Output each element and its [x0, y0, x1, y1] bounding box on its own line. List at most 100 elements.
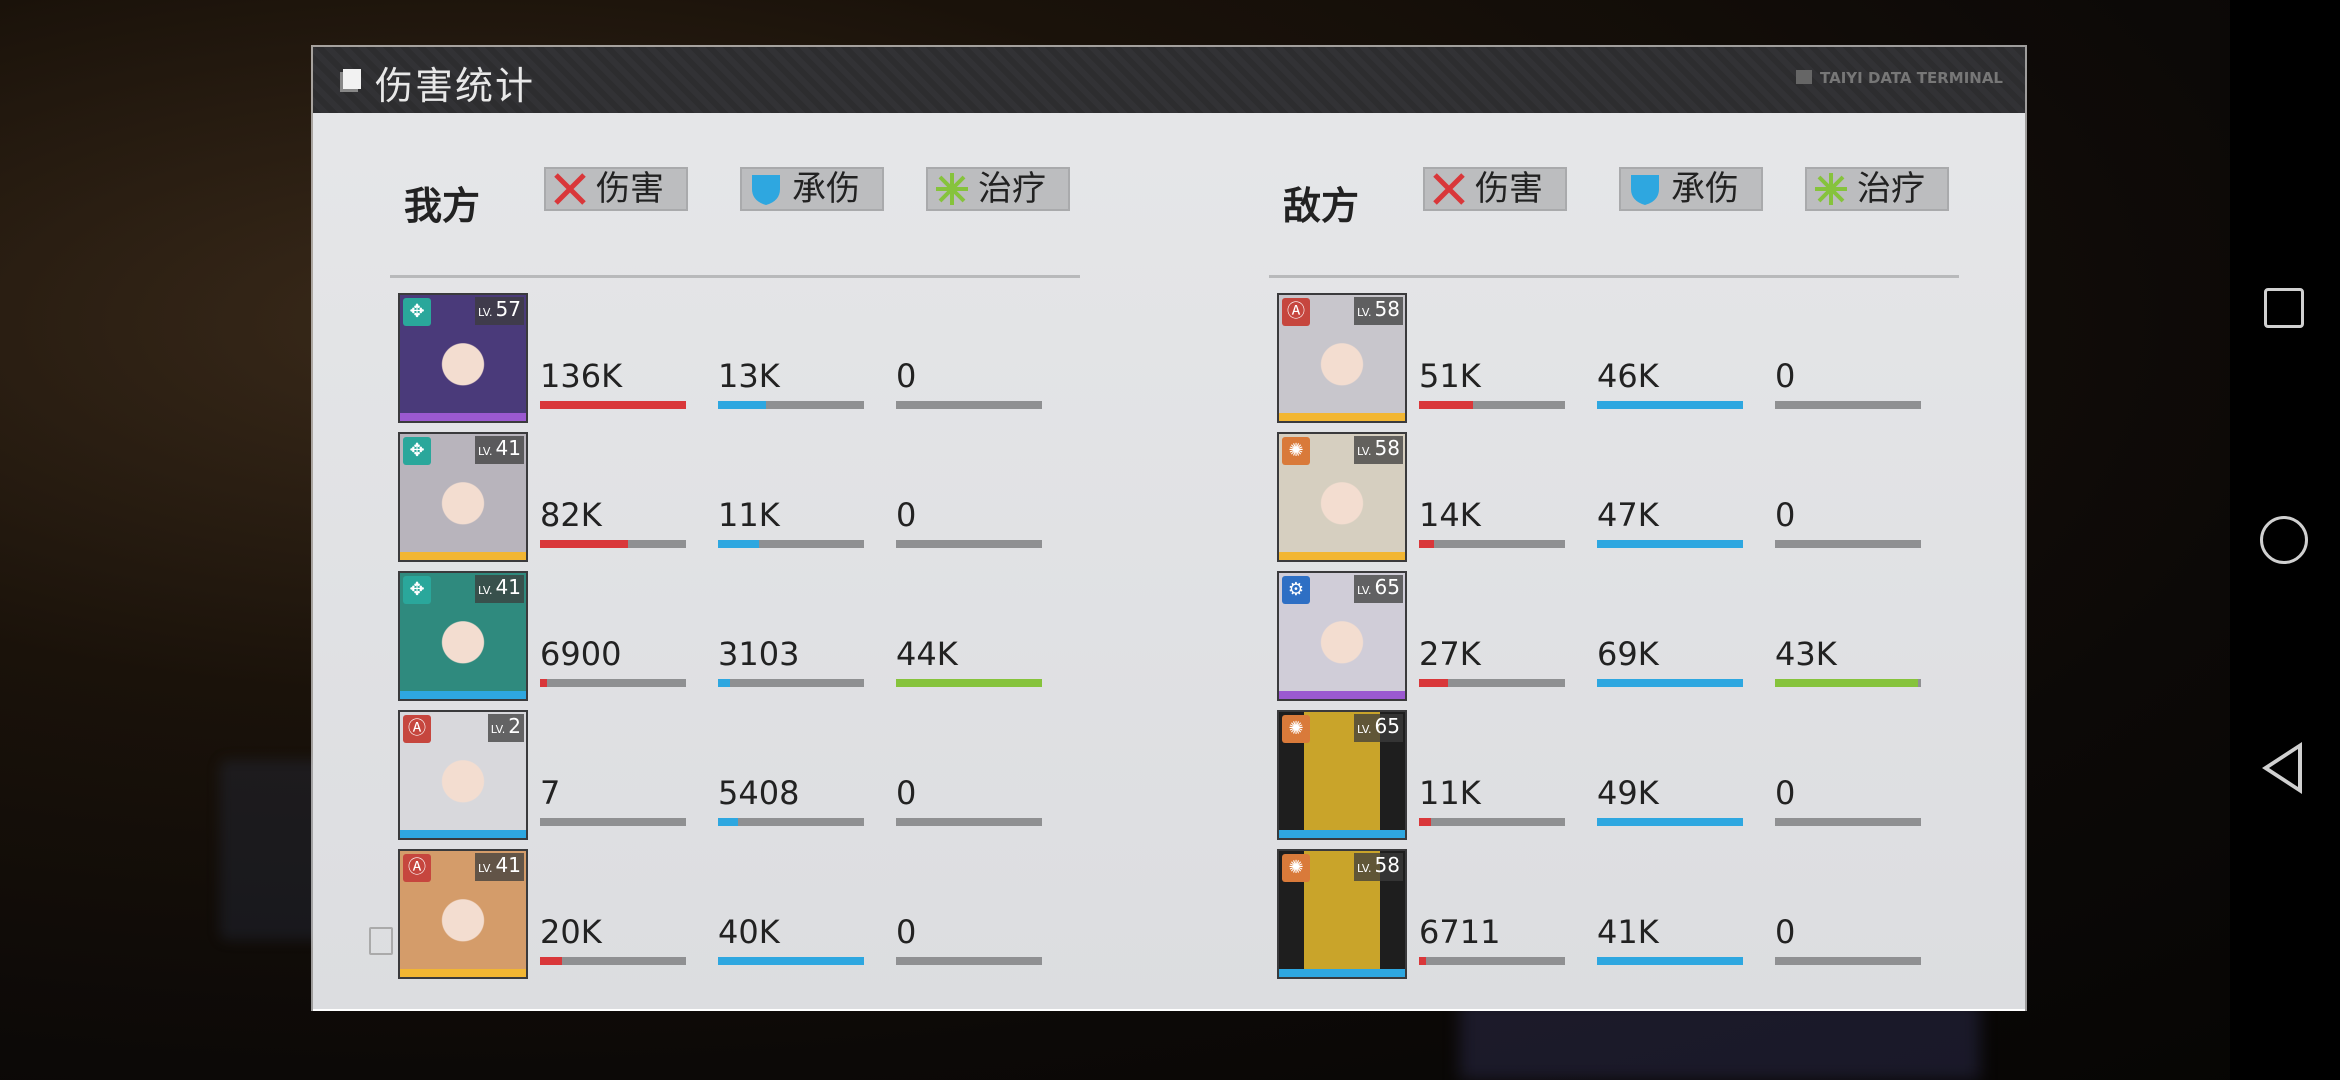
taken-value: 40K — [718, 913, 780, 951]
character-portrait[interactable]: ✥ LV. 41 — [398, 432, 528, 562]
rarity-bar — [1279, 691, 1405, 699]
heal-column-header[interactable]: 治疗 — [926, 167, 1070, 211]
taken-value: 49K — [1597, 774, 1659, 812]
taken-stat: 3103 — [718, 637, 864, 687]
taken-value: 47K — [1597, 496, 1659, 534]
damage-bar-fill — [540, 540, 628, 548]
damage-bar-fill — [540, 401, 686, 409]
damage-stat: 136K — [540, 357, 686, 409]
taken-bar — [1597, 818, 1743, 826]
rarity-bar — [1279, 969, 1405, 977]
heal-value: 0 — [896, 496, 917, 534]
damage-bar-fill — [1419, 818, 1431, 826]
heal-value: 0 — [1775, 357, 1796, 395]
damage-value: 82K — [540, 496, 602, 534]
divider — [1269, 275, 1959, 278]
rarity-bar — [1279, 830, 1405, 838]
taken-bar-fill — [718, 818, 739, 826]
divider — [390, 275, 1080, 278]
taken-stat: 40K — [718, 913, 864, 965]
taken-bar-fill — [1597, 401, 1743, 409]
taken-bar — [718, 818, 864, 826]
damage-value: 20K — [540, 913, 602, 951]
character-portrait[interactable]: Ⓐ LV. 41 — [398, 849, 528, 979]
heal-value: 0 — [1775, 913, 1796, 951]
taken-stat: 11K — [718, 498, 864, 548]
damage-value: 11K — [1419, 774, 1481, 812]
heal-bar — [896, 818, 1042, 826]
taken-bar — [1597, 679, 1743, 687]
back-button[interactable] — [2262, 742, 2302, 794]
damage-bar — [540, 679, 686, 687]
android-nav-bar — [2230, 0, 2340, 1080]
tower-icon: Ⓐ — [1282, 298, 1310, 326]
flame-icon: ✺ — [1282, 437, 1310, 465]
character-portrait[interactable]: ⚙ LV. 65 — [1277, 571, 1407, 701]
level-badge: LV. 65 — [1354, 575, 1403, 603]
recents-button[interactable] — [2264, 288, 2304, 328]
heal-bar-fill — [1775, 679, 1919, 687]
taken-column-header[interactable]: 承伤 — [1619, 167, 1763, 211]
damage-stat: 51K — [1419, 357, 1565, 409]
taken-value: 69K — [1597, 635, 1659, 673]
heal-column-header[interactable]: 治疗 — [1805, 167, 1949, 211]
character-portrait[interactable]: ✺ LV. 58 — [1277, 432, 1407, 562]
taken-column-header[interactable]: 承伤 — [740, 167, 884, 211]
taken-bar — [718, 679, 864, 687]
damage-bar-fill — [540, 679, 548, 687]
flame-icon: ✺ — [1282, 854, 1310, 882]
enemy-side: 敌方 伤害 承伤 治疗 Ⓐ LV. 58 51K 46K 0 ✺ LV. 58 … — [1269, 163, 1959, 979]
heal-stat: 0 — [1775, 357, 1921, 409]
taken-bar-fill — [1597, 679, 1743, 687]
damage-column-header[interactable]: 伤害 — [1423, 167, 1567, 211]
damage-stat: 6900 — [540, 637, 686, 687]
heal-value: 0 — [896, 357, 917, 395]
damage-stat: 14K — [1419, 496, 1565, 548]
damage-value: 14K — [1419, 496, 1481, 534]
background-blur — [1460, 1000, 1980, 1080]
diamond-icon: ✥ — [403, 437, 431, 465]
level-badge: LV. 2 — [487, 714, 524, 742]
damage-value: 7 — [540, 774, 561, 812]
damage-icon — [1433, 173, 1465, 205]
taken-stat: 47K — [1597, 496, 1743, 548]
heal-stat: 0 — [1775, 498, 1921, 548]
taken-bar-fill — [1597, 818, 1743, 826]
header-square-icon — [343, 69, 361, 89]
level-badge: LV. 58 — [1354, 297, 1403, 325]
heal-stat: 0 — [1775, 913, 1921, 965]
level-badge: LV. 41 — [475, 853, 524, 881]
heal-bar — [896, 679, 1042, 687]
damage-bar — [540, 818, 686, 826]
flame-icon: ✺ — [1282, 715, 1310, 743]
panel-bottom-edge — [313, 1009, 2025, 1011]
home-button[interactable] — [2260, 516, 2308, 564]
character-portrait[interactable]: Ⓐ LV. 2 — [398, 710, 528, 840]
damage-bar — [1419, 401, 1565, 409]
character-portrait[interactable]: ✺ LV. 65 — [1277, 710, 1407, 840]
shield-icon — [1631, 175, 1659, 205]
shield-icon — [752, 175, 780, 205]
character-portrait[interactable]: ✥ LV. 41 — [398, 571, 528, 701]
taken-stat: 49K — [1597, 774, 1743, 826]
damage-value: 51K — [1419, 357, 1481, 395]
damage-bar-fill — [1419, 957, 1427, 965]
damage-column-header[interactable]: 伤害 — [544, 167, 688, 211]
heal-value: 0 — [896, 774, 917, 812]
character-portrait[interactable]: ✺ LV. 58 — [1277, 849, 1407, 979]
taken-value: 41K — [1597, 913, 1659, 951]
taken-bar — [718, 540, 864, 548]
tower-icon: Ⓐ — [403, 715, 431, 743]
taken-bar — [718, 401, 864, 409]
heal-stat: 0 — [896, 496, 1042, 548]
taken-value: 13K — [718, 357, 780, 395]
damage-icon — [554, 173, 586, 205]
damage-stat: 20K — [540, 913, 686, 965]
character-portrait[interactable]: ✥ LV. 57 — [398, 293, 528, 423]
damage-bar — [540, 401, 686, 409]
damage-value: 136K — [540, 357, 623, 395]
damage-bar — [540, 540, 686, 548]
level-badge: LV. 65 — [1354, 714, 1403, 742]
terminal-tag: TAIYI DATA TERMINAL — [1796, 69, 2003, 87]
character-portrait[interactable]: Ⓐ LV. 58 — [1277, 293, 1407, 423]
